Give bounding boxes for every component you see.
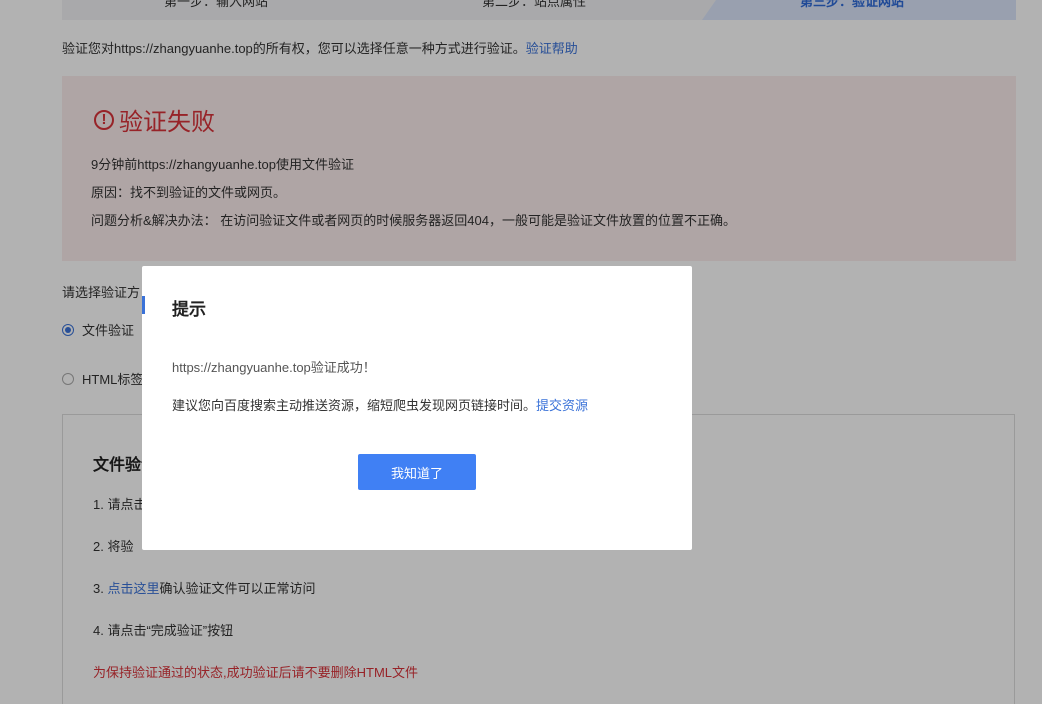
dialog-title: 提示 [172,300,206,319]
submit-resources-link[interactable]: 提交资源 [536,398,588,413]
dialog-suggestion: 建议您向百度搜索主动推送资源，缩短爬虫发现网页链接时间。提交资源 [172,395,588,414]
got-it-button[interactable]: 我知道了 [358,454,476,490]
success-dialog: 提示 https://zhangyuanhe.top验证成功！ 建议您向百度搜索… [142,266,692,550]
dialog-suggestion-text: 建议您向百度搜索主动推送资源，缩短爬虫发现网页链接时间。 [172,398,537,413]
page: 第一步：输入网站 第二步：站点属性 第三步：验证网站 验证您对https://z… [0,0,1042,704]
dialog-title-accent [142,296,145,314]
dialog-success-message: https://zhangyuanhe.top验证成功！ [172,360,376,375]
